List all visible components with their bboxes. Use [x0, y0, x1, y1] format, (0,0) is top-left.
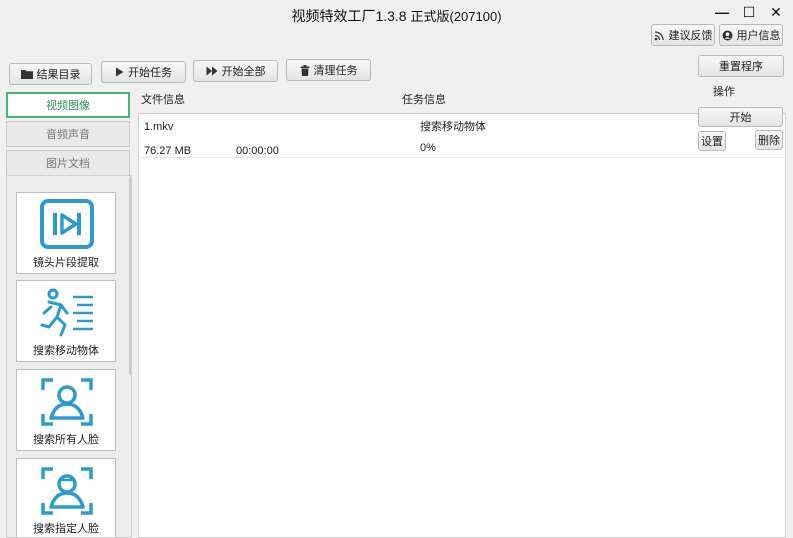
minimize-button[interactable]: — [711, 2, 733, 22]
row-start-button[interactable]: 开始 [698, 107, 783, 127]
specific-face-scan-icon [41, 467, 93, 515]
restart-label: 重置程序 [719, 61, 763, 73]
row-start-label: 开始 [729, 112, 752, 124]
running-person-icon [40, 288, 93, 337]
file-name: 1.mkv [144, 121, 174, 133]
user-info-button[interactable]: 用户信息 [719, 24, 783, 46]
user-icon [722, 30, 732, 40]
tool-label: 搜索所有人脸 [33, 434, 99, 446]
results-dir-button[interactable]: 结果目录 [9, 63, 92, 85]
rss-icon [654, 30, 664, 40]
tool-label: 镜头片段提取 [33, 257, 99, 269]
tool-card-all-faces[interactable]: 搜索所有人脸 [16, 369, 116, 451]
close-button[interactable]: ✕ [765, 2, 787, 22]
maximize-button[interactable]: ☐ [738, 2, 760, 22]
window-title: 视频特效工厂1.3.8 正式版(207100) [0, 6, 793, 26]
row-divider [139, 157, 785, 158]
row-settings-label: 设置 [701, 136, 723, 148]
face-scan-icon [41, 378, 93, 426]
tool-card-specific-face[interactable]: 搜索指定人脸 [16, 458, 116, 537]
results-dir-label: 结果目录 [36, 69, 81, 81]
feedback-label: 建议反馈 [668, 30, 713, 42]
header-file-info: 文件信息 [141, 94, 185, 106]
folder-icon [20, 70, 33, 79]
file-duration: 00:00:00 [236, 145, 279, 157]
fast-forward-icon [206, 66, 217, 76]
version-label: 正式版(207100) [410, 9, 502, 24]
tool-label: 搜索指定人脸 [33, 523, 99, 535]
clear-tasks-label: 清理任务 [313, 65, 358, 77]
start-all-button[interactable]: 开始全部 [193, 60, 278, 82]
tab-video-image[interactable]: 视频图像 [6, 92, 130, 118]
task-name: 搜索移动物体 [420, 121, 486, 133]
start-all-label: 开始全部 [221, 66, 266, 78]
user-info-label: 用户信息 [736, 30, 781, 42]
play-icon [116, 67, 124, 77]
header-actions: 操作 [713, 86, 735, 98]
clear-tasks-button[interactable]: 清理任务 [286, 59, 371, 81]
tab-image-document[interactable]: 图片文档 [6, 150, 130, 176]
tab-audio[interactable]: 音频声音 [6, 121, 130, 147]
tab-label: 音频声音 [46, 129, 90, 141]
header-task-info: 任务信息 [402, 94, 446, 106]
feedback-button[interactable]: 建议反馈 [651, 24, 715, 46]
row-settings-button[interactable]: 设置 [698, 131, 726, 151]
restart-button[interactable]: 重置程序 [698, 55, 784, 77]
tool-card-clip-extract[interactable]: 镜头片段提取 [16, 192, 116, 274]
video-clip-icon [40, 199, 94, 249]
row-delete-label: 删除 [758, 135, 780, 147]
task-progress: 0% [420, 142, 436, 154]
row-delete-button[interactable]: 删除 [755, 130, 783, 150]
tool-card-moving-object[interactable]: 搜索移动物体 [16, 280, 116, 362]
task-list [138, 113, 786, 538]
tool-panel: 镜头片段提取 搜索移动物体 搜索所有人脸 搜索指定人脸 [6, 175, 132, 538]
start-task-button[interactable]: 开始任务 [101, 61, 186, 83]
start-task-label: 开始任务 [128, 67, 172, 79]
trash-icon [300, 64, 309, 76]
tab-label: 视频图像 [46, 100, 90, 112]
file-size: 76.27 MB [144, 145, 192, 157]
tool-panel-scrollbar[interactable] [129, 176, 131, 376]
app-title: 视频特效工厂1.3.8 [291, 8, 407, 24]
tool-label: 搜索移动物体 [33, 345, 99, 357]
tab-label: 图片文档 [46, 158, 90, 170]
